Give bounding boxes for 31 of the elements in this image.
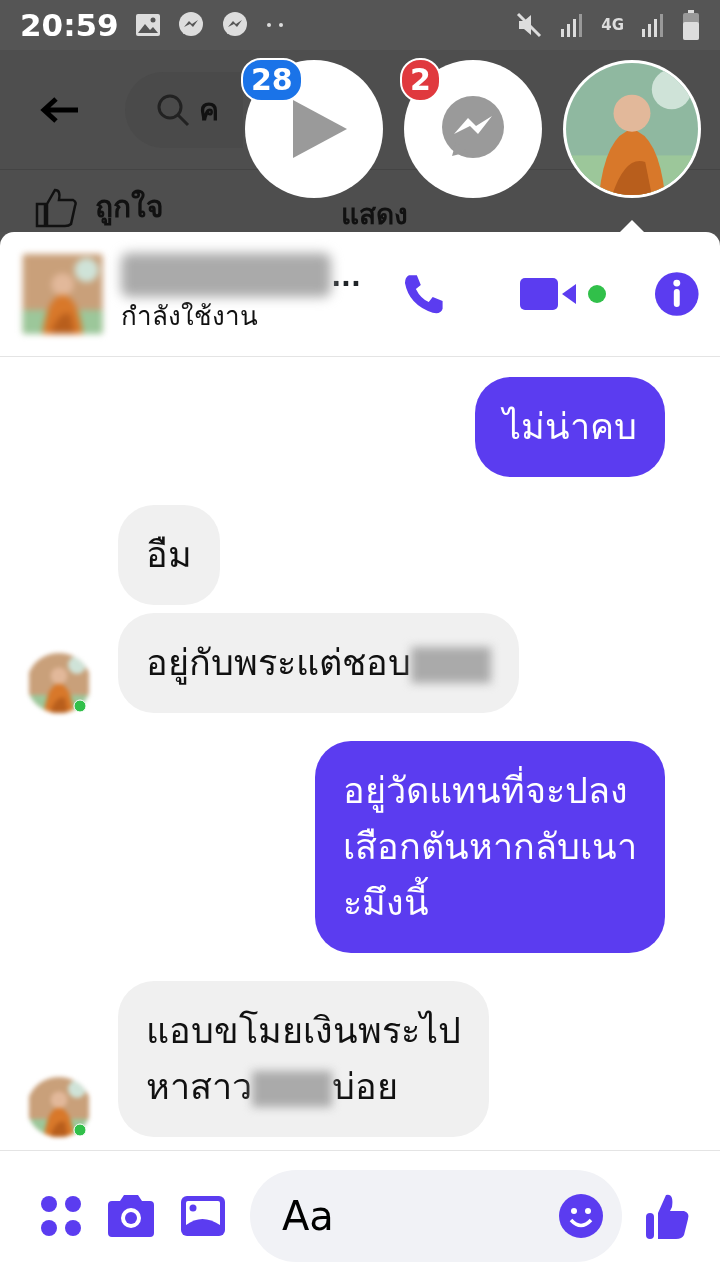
comment-label[interactable]: แสดง <box>341 199 408 229</box>
status-time: 20:59 <box>20 5 119 45</box>
message-field[interactable]: Aa <box>250 1169 622 1262</box>
active-status: กำลังใช้งาน <box>121 299 260 333</box>
message-bubble: อยู่กับพระแต่ชอบ <box>118 613 519 713</box>
message-bubble: ไม่น่าคบ <box>475 377 665 477</box>
messenger-icon <box>220 11 249 39</box>
mute-icon <box>515 11 544 39</box>
more-notifications-icon <box>264 22 285 28</box>
battery-icon <box>682 10 700 40</box>
info-icon[interactable] <box>654 271 700 317</box>
notification-badge: 2 <box>400 58 441 102</box>
name-ellipsis: ... <box>331 260 361 294</box>
messenger-icon <box>176 11 205 39</box>
gallery-icon <box>134 13 161 37</box>
notification-badge: 28 <box>241 58 303 102</box>
image-icon[interactable] <box>180 1194 226 1237</box>
online-dot-icon <box>73 699 87 713</box>
message-bubble: แอบขโมยเงินพระไป หาสาว บ่อย <box>118 981 489 1137</box>
message-bubble: อยู่วัดแทนที่จะปลง เสือกตันหากลับเนา ะมึงนี้ <box>315 741 665 953</box>
message-bubble: อืม <box>118 505 220 605</box>
signal-icon <box>640 11 666 39</box>
apps-icon[interactable] <box>40 1194 82 1237</box>
message-input[interactable]: Aa <box>280 1184 480 1247</box>
network-type: 4G <box>601 14 624 36</box>
thumbs-up-icon[interactable] <box>646 1192 690 1239</box>
online-dot-icon <box>73 1123 87 1137</box>
emoji-icon[interactable] <box>558 1192 604 1239</box>
camera-icon[interactable] <box>106 1194 156 1237</box>
like-button[interactable]: ถูกใจ <box>35 184 164 229</box>
search-field[interactable]: ค <box>125 71 243 148</box>
